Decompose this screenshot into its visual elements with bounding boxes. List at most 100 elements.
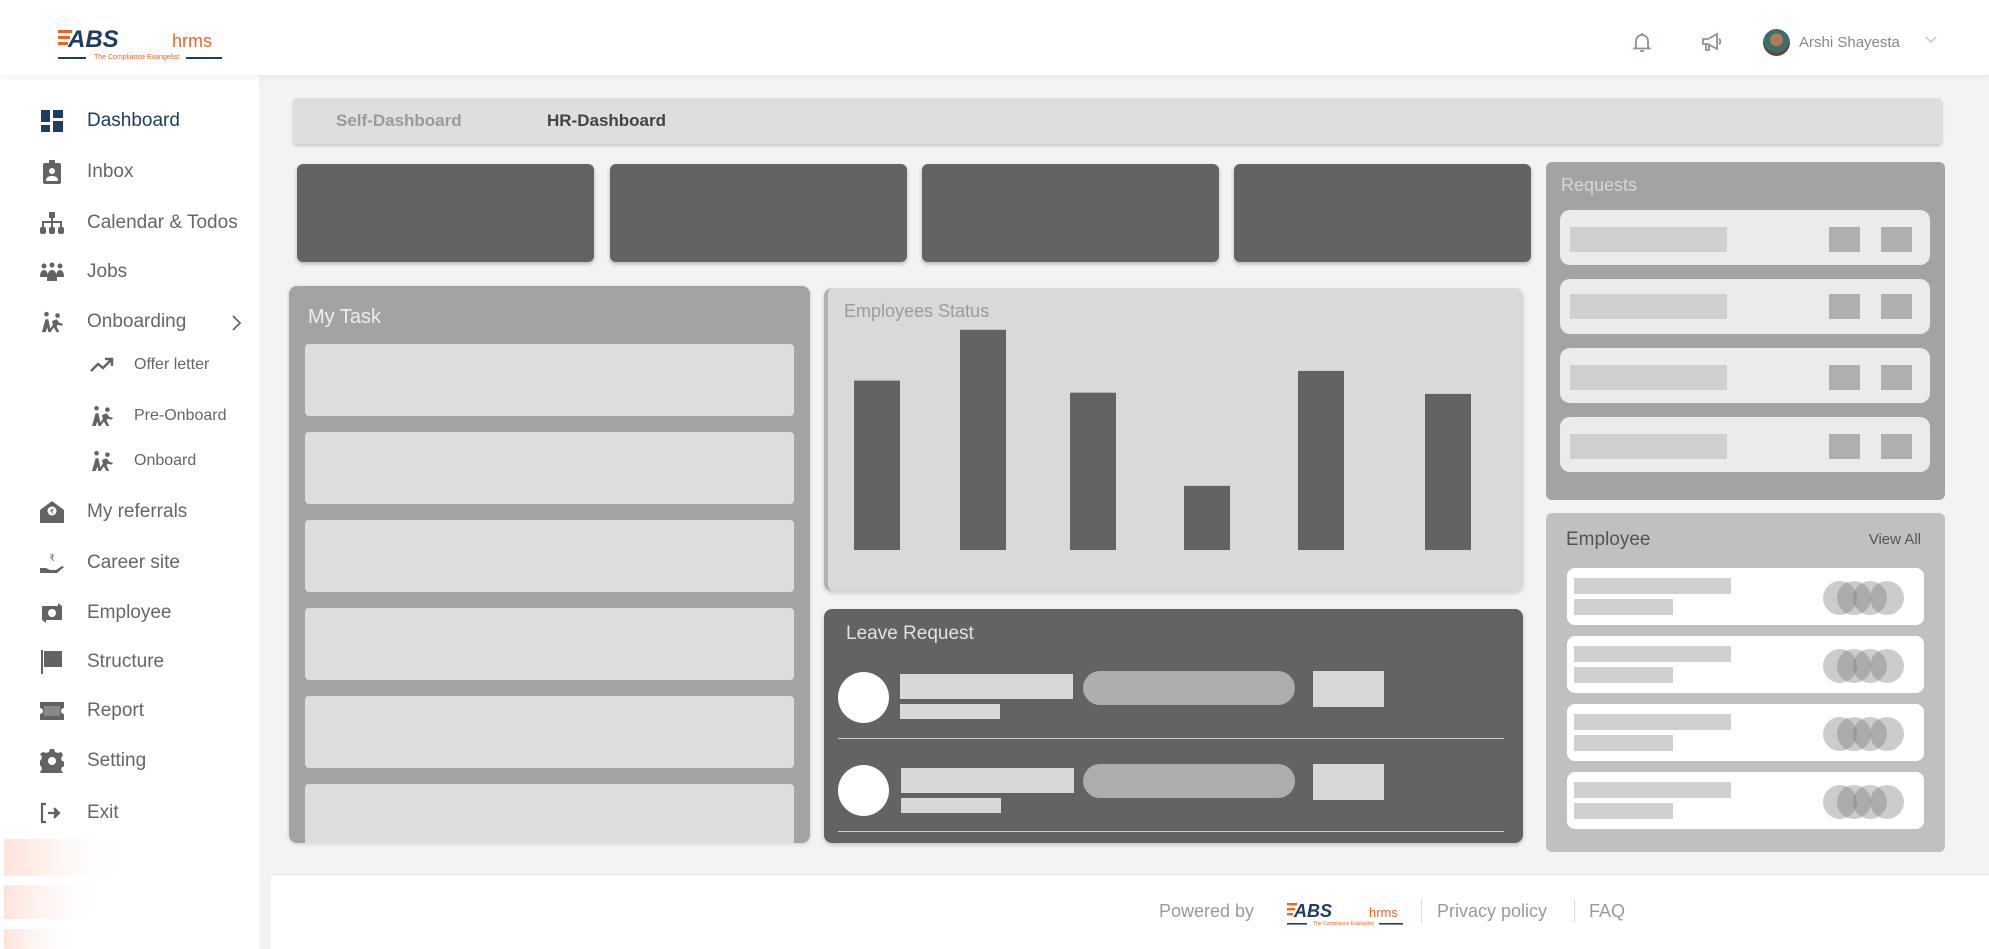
sidebar-item-inbox[interactable]: Inbox [40, 158, 133, 186]
leave-request-row[interactable] [838, 662, 1504, 752]
tab-hr-dashboard[interactable]: HR-Dashboard [547, 111, 666, 131]
reject-box[interactable] [1881, 294, 1912, 319]
megaphone-icon[interactable] [1700, 30, 1724, 54]
task-item[interactable] [305, 784, 794, 843]
clipboard-user-icon [40, 160, 64, 184]
user-avatar[interactable] [1763, 29, 1790, 56]
svg-text:The Compliance Evangelist: The Compliance Evangelist [94, 54, 179, 61]
approve-box[interactable] [1829, 365, 1860, 390]
sidebar-subitem-onboard[interactable]: Onboard [90, 449, 196, 473]
sidebar-item-my-referrals[interactable]: ₹ My referrals [40, 498, 187, 526]
sidebar-item-onboarding[interactable]: Onboarding [40, 308, 186, 336]
task-item[interactable] [305, 608, 794, 680]
action-box[interactable] [1313, 764, 1384, 800]
chevron-down-icon[interactable] [1925, 35, 1937, 45]
sidebar-item-employee[interactable]: Employee [40, 599, 172, 627]
leave-request-row[interactable] [838, 755, 1504, 845]
abs-hrms-footer-logo[interactable]: ABS hrms The Compliance Evangelist [1287, 901, 1403, 927]
employee-row[interactable] [1567, 568, 1924, 625]
skeleton-text [1574, 599, 1673, 615]
employee-row[interactable] [1567, 636, 1924, 693]
row-divider [838, 831, 1504, 832]
sidebar-item-structure[interactable]: Structure [40, 648, 164, 676]
status-pill [1083, 671, 1295, 705]
sidebar-subitem-pre-onboard[interactable]: Pre-Onboard [90, 404, 227, 428]
abs-hrms-logo[interactable]: ABS hrms The Compliance Evangelist [58, 26, 223, 62]
stat-card[interactable] [1234, 164, 1531, 262]
svg-text:ABS: ABS [1293, 901, 1332, 921]
gear-icon [40, 749, 64, 773]
user-name[interactable]: Arshi Shayesta [1799, 34, 1900, 51]
sidebar-item-dashboard[interactable]: Dashboard [40, 107, 180, 135]
request-row[interactable] [1560, 279, 1930, 334]
panel-title: My Task [308, 306, 381, 328]
approve-box[interactable] [1829, 434, 1860, 459]
sidebar-item-setting[interactable]: Setting [40, 747, 146, 775]
sidebar-item-label: Career site [87, 552, 180, 573]
stat-card[interactable] [297, 164, 594, 262]
sidebar-item-jobs[interactable]: Jobs [40, 258, 127, 286]
task-item[interactable] [305, 520, 794, 592]
panel-title: Requests [1561, 175, 1638, 195]
trend-up-icon [90, 353, 114, 377]
sidebar-item-label: Exit [87, 802, 119, 823]
sidebar-item-label: Inbox [87, 161, 134, 182]
bell-icon[interactable] [1630, 30, 1654, 54]
request-row[interactable] [1560, 417, 1930, 472]
sitemap-icon [40, 211, 64, 235]
footer: Powered by ABS hrms The Compliance Evang… [271, 874, 1989, 949]
reject-box[interactable] [1881, 434, 1912, 459]
svg-text:hrms: hrms [172, 31, 212, 51]
svg-text:hrms: hrms [1369, 905, 1398, 920]
chart-bar [1070, 392, 1116, 550]
employees-status-panel: Employees Status [824, 288, 1523, 591]
stat-card[interactable] [922, 164, 1219, 262]
task-item[interactable] [305, 696, 794, 768]
footer-separator [1421, 899, 1422, 923]
skeleton-text [1574, 646, 1731, 662]
employee-row[interactable] [1567, 704, 1924, 761]
people-onboarding-icon [90, 449, 114, 473]
sidebar-item-label: Calendar & Todos [87, 212, 238, 233]
skeleton-text [900, 674, 1073, 699]
my-task-panel: My Task [289, 286, 810, 843]
sidebar-item-label: Onboarding [87, 311, 187, 332]
tab-self-dashboard[interactable]: Self-Dashboard [336, 111, 462, 131]
sidebar-item-label: Setting [87, 750, 147, 771]
chevron-right-icon[interactable] [230, 314, 242, 332]
powered-by-label: Powered by [1159, 901, 1255, 921]
avatar [838, 765, 889, 816]
view-all-link[interactable]: View All [1869, 531, 1921, 548]
sidebar-item-report[interactable]: Report [40, 697, 144, 725]
employee-row[interactable] [1567, 772, 1924, 829]
chart-bar [854, 380, 900, 550]
action-box[interactable] [1313, 671, 1384, 707]
avatar-group [1823, 785, 1908, 819]
reject-box[interactable] [1881, 365, 1912, 390]
sidebar-item-label: Structure [87, 651, 165, 672]
task-item[interactable] [305, 432, 794, 504]
task-item[interactable] [305, 344, 794, 416]
approve-box[interactable] [1829, 294, 1860, 319]
panel-title: Employee [1566, 529, 1651, 550]
sidebar-item-calendar-todos[interactable]: Calendar & Todos [40, 209, 238, 237]
sidebar-item-career-site[interactable]: ₹ Career site [40, 549, 180, 577]
skeleton-text [1574, 803, 1673, 819]
request-row[interactable] [1560, 348, 1930, 403]
sign-out-icon [40, 801, 64, 825]
sidebar-item-exit[interactable]: Exit [40, 799, 119, 827]
request-row[interactable] [1560, 210, 1930, 265]
status-pill [1083, 764, 1295, 798]
dashboard-icon [40, 109, 64, 133]
skeleton-text [900, 704, 1000, 719]
privacy-policy-link[interactable]: Privacy policy [1437, 901, 1547, 922]
sidebar-subitem-offer-letter[interactable]: Offer letter [90, 353, 209, 377]
avatar-group [1823, 717, 1908, 751]
faq-link[interactable]: FAQ [1589, 901, 1625, 922]
skeleton-text [1574, 714, 1731, 730]
sidebar-item-label: Employee [87, 602, 172, 623]
reject-box[interactable] [1881, 227, 1912, 252]
stat-card[interactable] [610, 164, 907, 262]
approve-box[interactable] [1829, 227, 1860, 252]
brand-stripes-decoration [4, 839, 136, 949]
